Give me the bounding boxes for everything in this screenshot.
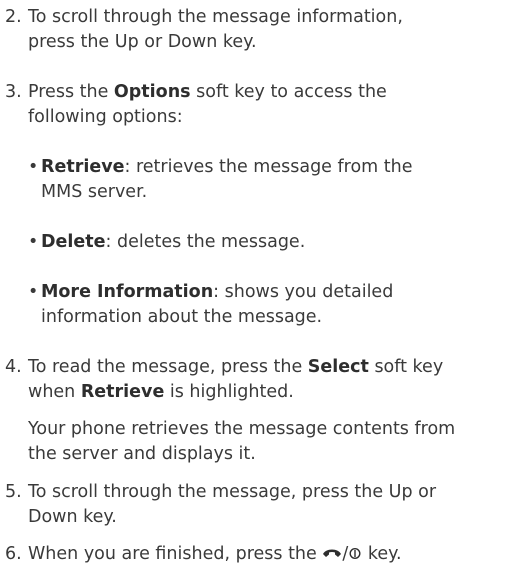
option-term: More Information <box>41 282 214 302</box>
bullet-icon: • <box>28 232 39 252</box>
step-text-line: To read the message, press the Select so… <box>28 357 444 377</box>
option-text: information about the message. <box>41 307 323 327</box>
option-text: Delete: deletes the message. <box>41 232 306 252</box>
step-text-line: To scroll through the message, press the… <box>28 482 437 502</box>
bullet-icon: • <box>28 157 39 177</box>
option-text: Retrieve: retrieves the message from the <box>41 157 413 177</box>
select-softkey-label: Select <box>307 357 369 377</box>
note-text-line: the server and displays it. <box>28 444 256 464</box>
step-number: 4. <box>5 357 22 377</box>
note-text-line: Your phone retrieves the message content… <box>28 419 456 439</box>
step-6: 6. When you are finished, press the / ke… <box>5 542 525 568</box>
option-term: Retrieve <box>41 157 125 177</box>
option-text: MMS server. <box>41 182 148 202</box>
step-text-line: To scroll through the message informatio… <box>28 7 403 27</box>
option-text: More Information: shows you detailed <box>41 282 394 302</box>
option-term: Delete <box>41 232 106 252</box>
step-4: 4. To read the message, press the Select… <box>5 355 525 405</box>
step-number: 2. <box>5 7 22 27</box>
step-text-line: Down key. <box>28 507 117 527</box>
step-2: 2. To scroll through the message informa… <box>5 5 525 55</box>
step-4-note: Your phone retrieves the message content… <box>28 417 455 467</box>
step-text-line: when Retrieve is highlighted. <box>28 382 294 402</box>
options-softkey-label: Options <box>113 82 191 102</box>
end-phone-icon <box>322 543 342 568</box>
step-text-line: following options: <box>28 107 183 127</box>
step-number: 3. <box>5 82 22 102</box>
step-3: 3. Press the Options soft key to access … <box>5 80 525 130</box>
step-number: 6. <box>5 544 22 564</box>
power-icon <box>348 543 362 568</box>
manual-page: 2. To scroll through the message informa… <box>0 0 527 568</box>
option-item-delete: • Delete: deletes the message. <box>28 230 305 255</box>
option-item-more-information: • More Information: shows you detailed i… <box>28 280 393 330</box>
option-item-retrieve: • Retrieve: retrieves the message from t… <box>28 155 413 205</box>
step-text-line: Press the Options soft key to access the <box>28 82 387 102</box>
step-number: 5. <box>5 482 22 502</box>
step-text-line: When you are finished, press the / key. <box>28 542 525 568</box>
step-text-line: press the Up or Down key. <box>28 32 257 52</box>
bullet-icon: • <box>28 282 39 302</box>
step-5: 5. To scroll through the message, press … <box>5 480 525 530</box>
retrieve-term: Retrieve <box>80 382 165 402</box>
